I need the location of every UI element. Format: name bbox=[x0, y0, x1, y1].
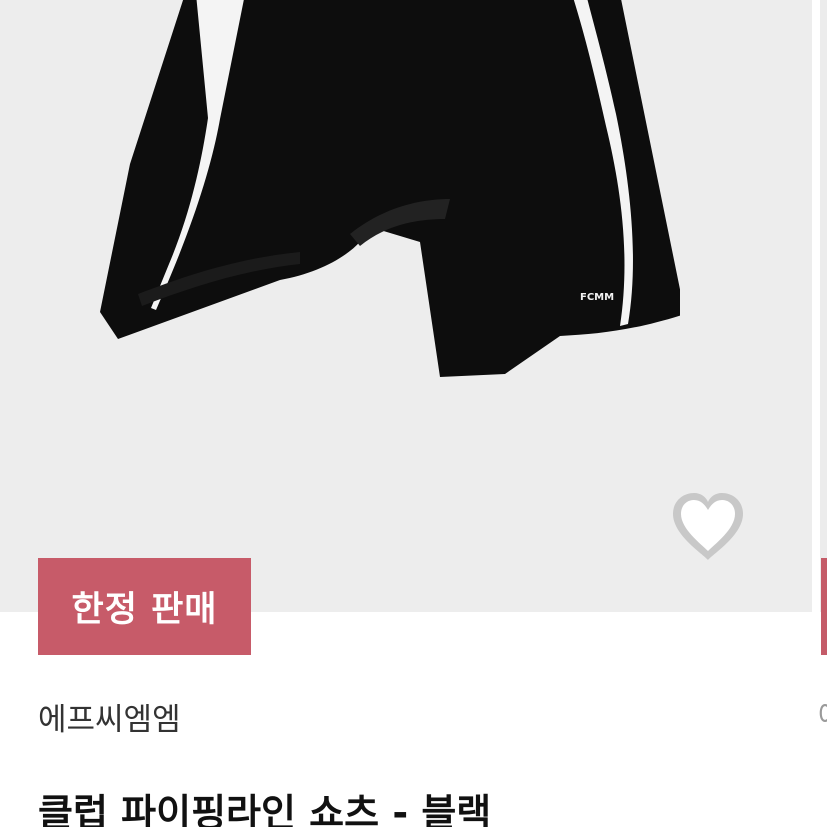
brand-name[interactable]: 에프씨엠엠 bbox=[38, 700, 181, 740]
heart-icon bbox=[673, 493, 743, 560]
wishlist-heart-button[interactable] bbox=[666, 490, 750, 564]
limited-sale-badge: 한정 판매 bbox=[38, 558, 251, 655]
product-listing-card[interactable]: FCMM 에 한정 판매 에프씨엠엠 클럽 파이핑라인 쇼츠 - 블랙 bbox=[0, 0, 827, 827]
next-product-image-edge[interactable] bbox=[820, 0, 827, 612]
product-title[interactable]: 클럽 파이핑라인 쇼츠 - 블랙 bbox=[38, 786, 491, 827]
black-shorts-image: FCMM bbox=[100, 0, 680, 377]
next-product-text-edge: 에 bbox=[818, 700, 827, 732]
fcmm-logo-text: FCMM bbox=[580, 292, 614, 303]
next-product-badge-edge bbox=[821, 558, 827, 655]
